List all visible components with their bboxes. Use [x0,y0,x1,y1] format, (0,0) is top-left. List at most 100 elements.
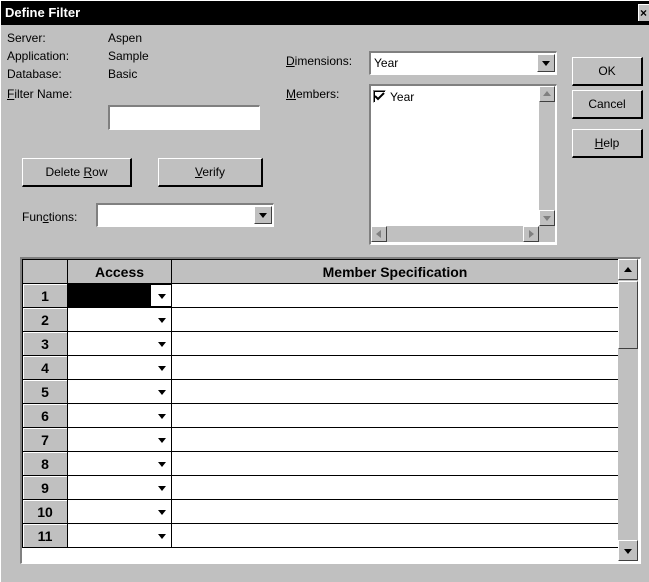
delete-row-label-accel: R [83,165,93,179]
access-dropdown-button[interactable] [151,357,171,378]
chevron-down-icon [157,437,166,443]
row-number[interactable]: 3 [22,331,68,356]
table-row[interactable]: 10 [22,499,619,524]
dimensions-select[interactable]: Year [369,51,557,75]
access-dropdown-button[interactable] [151,285,171,306]
grid-vertical-scrollbar[interactable] [618,259,638,561]
row-number[interactable]: 11 [22,523,68,548]
table-header-row: Access Member Specification [22,259,619,284]
access-cell[interactable] [67,451,172,476]
members-scroll-right-button[interactable] [523,226,539,242]
row-number[interactable]: 9 [22,475,68,500]
cancel-button[interactable]: Cancel [572,90,643,119]
members-list[interactable]: Year [369,84,557,245]
chevron-down-icon [157,389,166,395]
member-specification-cell[interactable] [171,427,619,452]
help-label: Help [595,136,620,150]
ok-button[interactable]: OK [572,57,643,86]
table-row[interactable]: 5 [22,379,619,404]
chevron-down-icon [157,365,166,371]
cancel-label: Cancel [588,97,626,111]
access-dropdown-button[interactable] [151,309,171,330]
access-cell[interactable] [67,427,172,452]
application-value: Sample [108,49,149,63]
member-specification-cell[interactable] [171,331,619,356]
row-number[interactable]: 8 [22,451,68,476]
members-scroll-left-button[interactable] [371,226,387,242]
scroll-right-arrow-icon [529,230,534,238]
table-row[interactable]: 2 [22,307,619,332]
delete-row-label: Delete Row [45,165,107,179]
member-specification-cell[interactable] [171,499,619,524]
member-specification-column-header[interactable]: Member Specification [171,259,619,284]
server-value: Aspen [108,31,143,45]
row-number[interactable]: 7 [22,427,68,452]
functions-select[interactable] [96,203,274,227]
members-scroll-up-button[interactable] [539,86,555,102]
chevron-down-icon [157,413,166,419]
table-row[interactable]: 9 [22,475,619,500]
access-cell[interactable] [67,355,172,380]
ok-label: OK [598,64,616,78]
access-dropdown-button[interactable] [151,381,171,402]
access-dropdown-button[interactable] [151,453,171,474]
access-cell[interactable] [67,331,172,356]
members-scroll-down-button[interactable] [539,210,555,226]
member-specification-cell[interactable] [171,283,619,308]
help-button[interactable]: Help [572,129,643,158]
access-column-header[interactable]: Access [67,259,172,284]
members-horizontal-scrollbar[interactable] [371,226,539,242]
member-specification-cell[interactable] [171,523,619,548]
row-number[interactable]: 6 [22,403,68,428]
close-button[interactable]: × [638,4,649,21]
chevron-down-icon [542,61,550,66]
row-number[interactable]: 10 [22,499,68,524]
access-cell[interactable] [67,475,172,500]
table-row[interactable]: 6 [22,403,619,428]
member-specification-cell[interactable] [171,379,619,404]
table-row[interactable]: 3 [22,331,619,356]
access-dropdown-button[interactable] [151,405,171,426]
verify-button[interactable]: Verify [158,158,263,187]
table-row[interactable]: 11 [22,523,619,548]
access-dropdown-button[interactable] [151,429,171,450]
access-dropdown-button[interactable] [151,525,171,546]
access-dropdown-button[interactable] [151,477,171,498]
scroll-down-arrow-icon [624,548,632,554]
access-cell[interactable] [67,403,172,428]
filter-name-input[interactable] [108,105,260,130]
access-cell[interactable] [67,283,172,308]
grid-scroll-down-button[interactable] [618,540,638,561]
table-row[interactable]: 4 [22,355,619,380]
delete-row-button[interactable]: Delete Row [22,158,132,187]
row-number[interactable]: 2 [22,307,68,332]
member-specification-cell[interactable] [171,451,619,476]
access-cell[interactable] [67,523,172,548]
member-specification-cell[interactable] [171,355,619,380]
verify-label: Verify [195,165,225,179]
access-cell[interactable] [67,379,172,404]
table-row[interactable]: 7 [22,427,619,452]
database-label: Database: [7,67,62,81]
functions-label-pre: Fun [22,210,43,224]
dimensions-dropdown-button[interactable] [537,54,555,72]
member-checkbox[interactable] [373,90,386,103]
row-number[interactable]: 1 [22,283,68,308]
grid-scroll-thumb[interactable] [618,281,638,349]
access-cell[interactable] [67,307,172,332]
table-row[interactable]: 1 [22,283,619,308]
table-row[interactable]: 8 [22,451,619,476]
members-vertical-scrollbar[interactable] [539,86,555,226]
grid-scroll-up-button[interactable] [618,259,638,280]
member-specification-cell[interactable] [171,307,619,332]
row-number[interactable]: 4 [22,355,68,380]
access-cell[interactable] [67,499,172,524]
row-number[interactable]: 5 [22,379,68,404]
chevron-down-icon [157,461,166,467]
functions-dropdown-button[interactable] [254,206,272,224]
filter-grid: Access Member Specification 1 2 3 4 5 6 7 8 9 10 1… [20,257,641,564]
access-dropdown-button[interactable] [151,501,171,522]
member-specification-cell[interactable] [171,403,619,428]
member-specification-cell[interactable] [171,475,619,500]
access-dropdown-button[interactable] [151,333,171,354]
